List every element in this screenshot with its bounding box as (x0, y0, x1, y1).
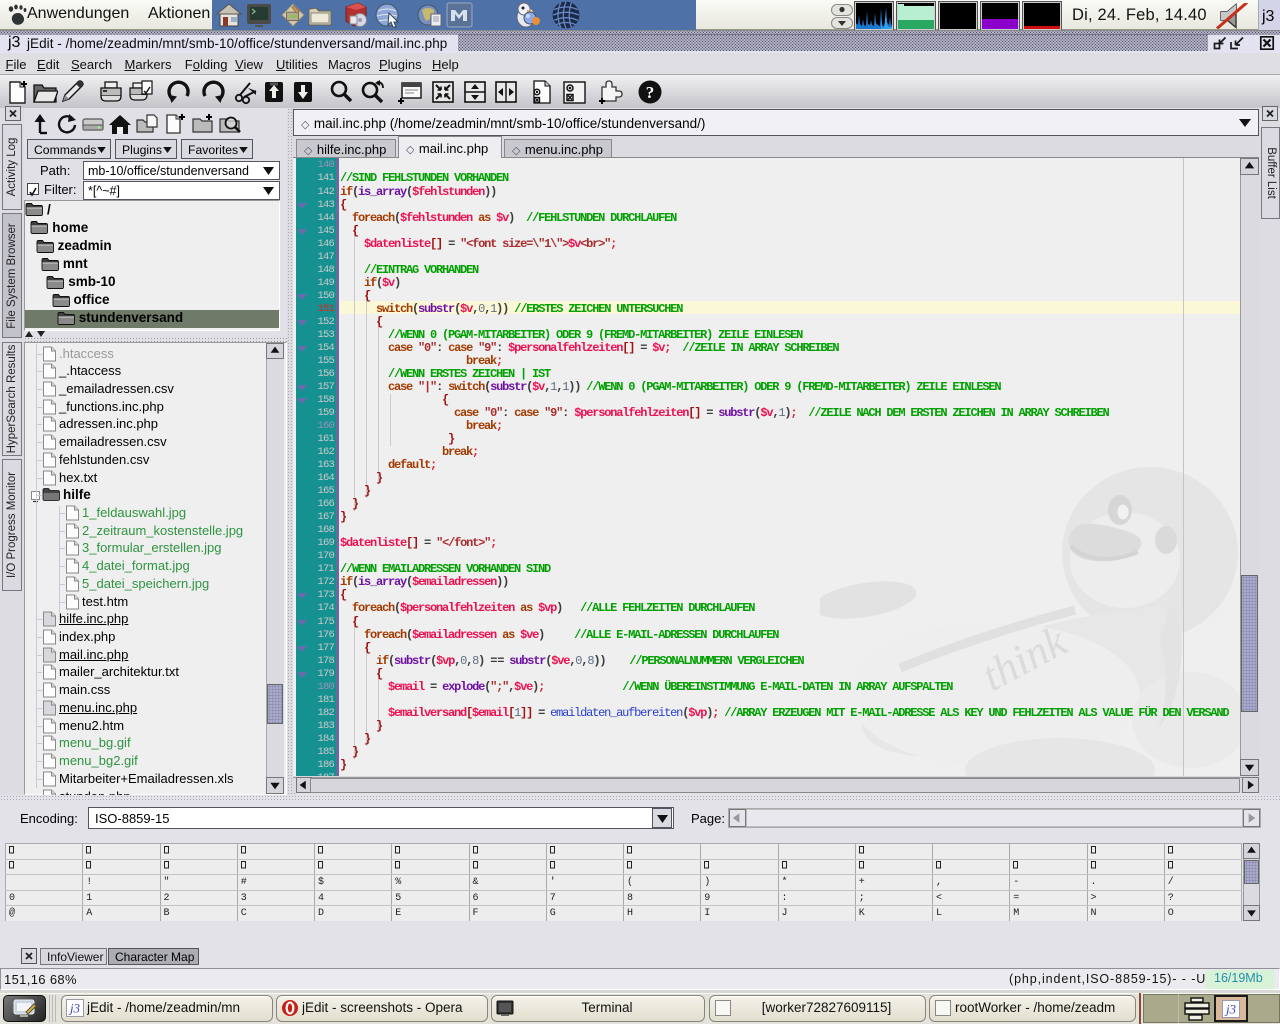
svg-text:?: ? (646, 83, 655, 102)
svg-text:j3: j3 (68, 1001, 81, 1016)
svg-text:j3: j3 (1224, 1002, 1237, 1017)
